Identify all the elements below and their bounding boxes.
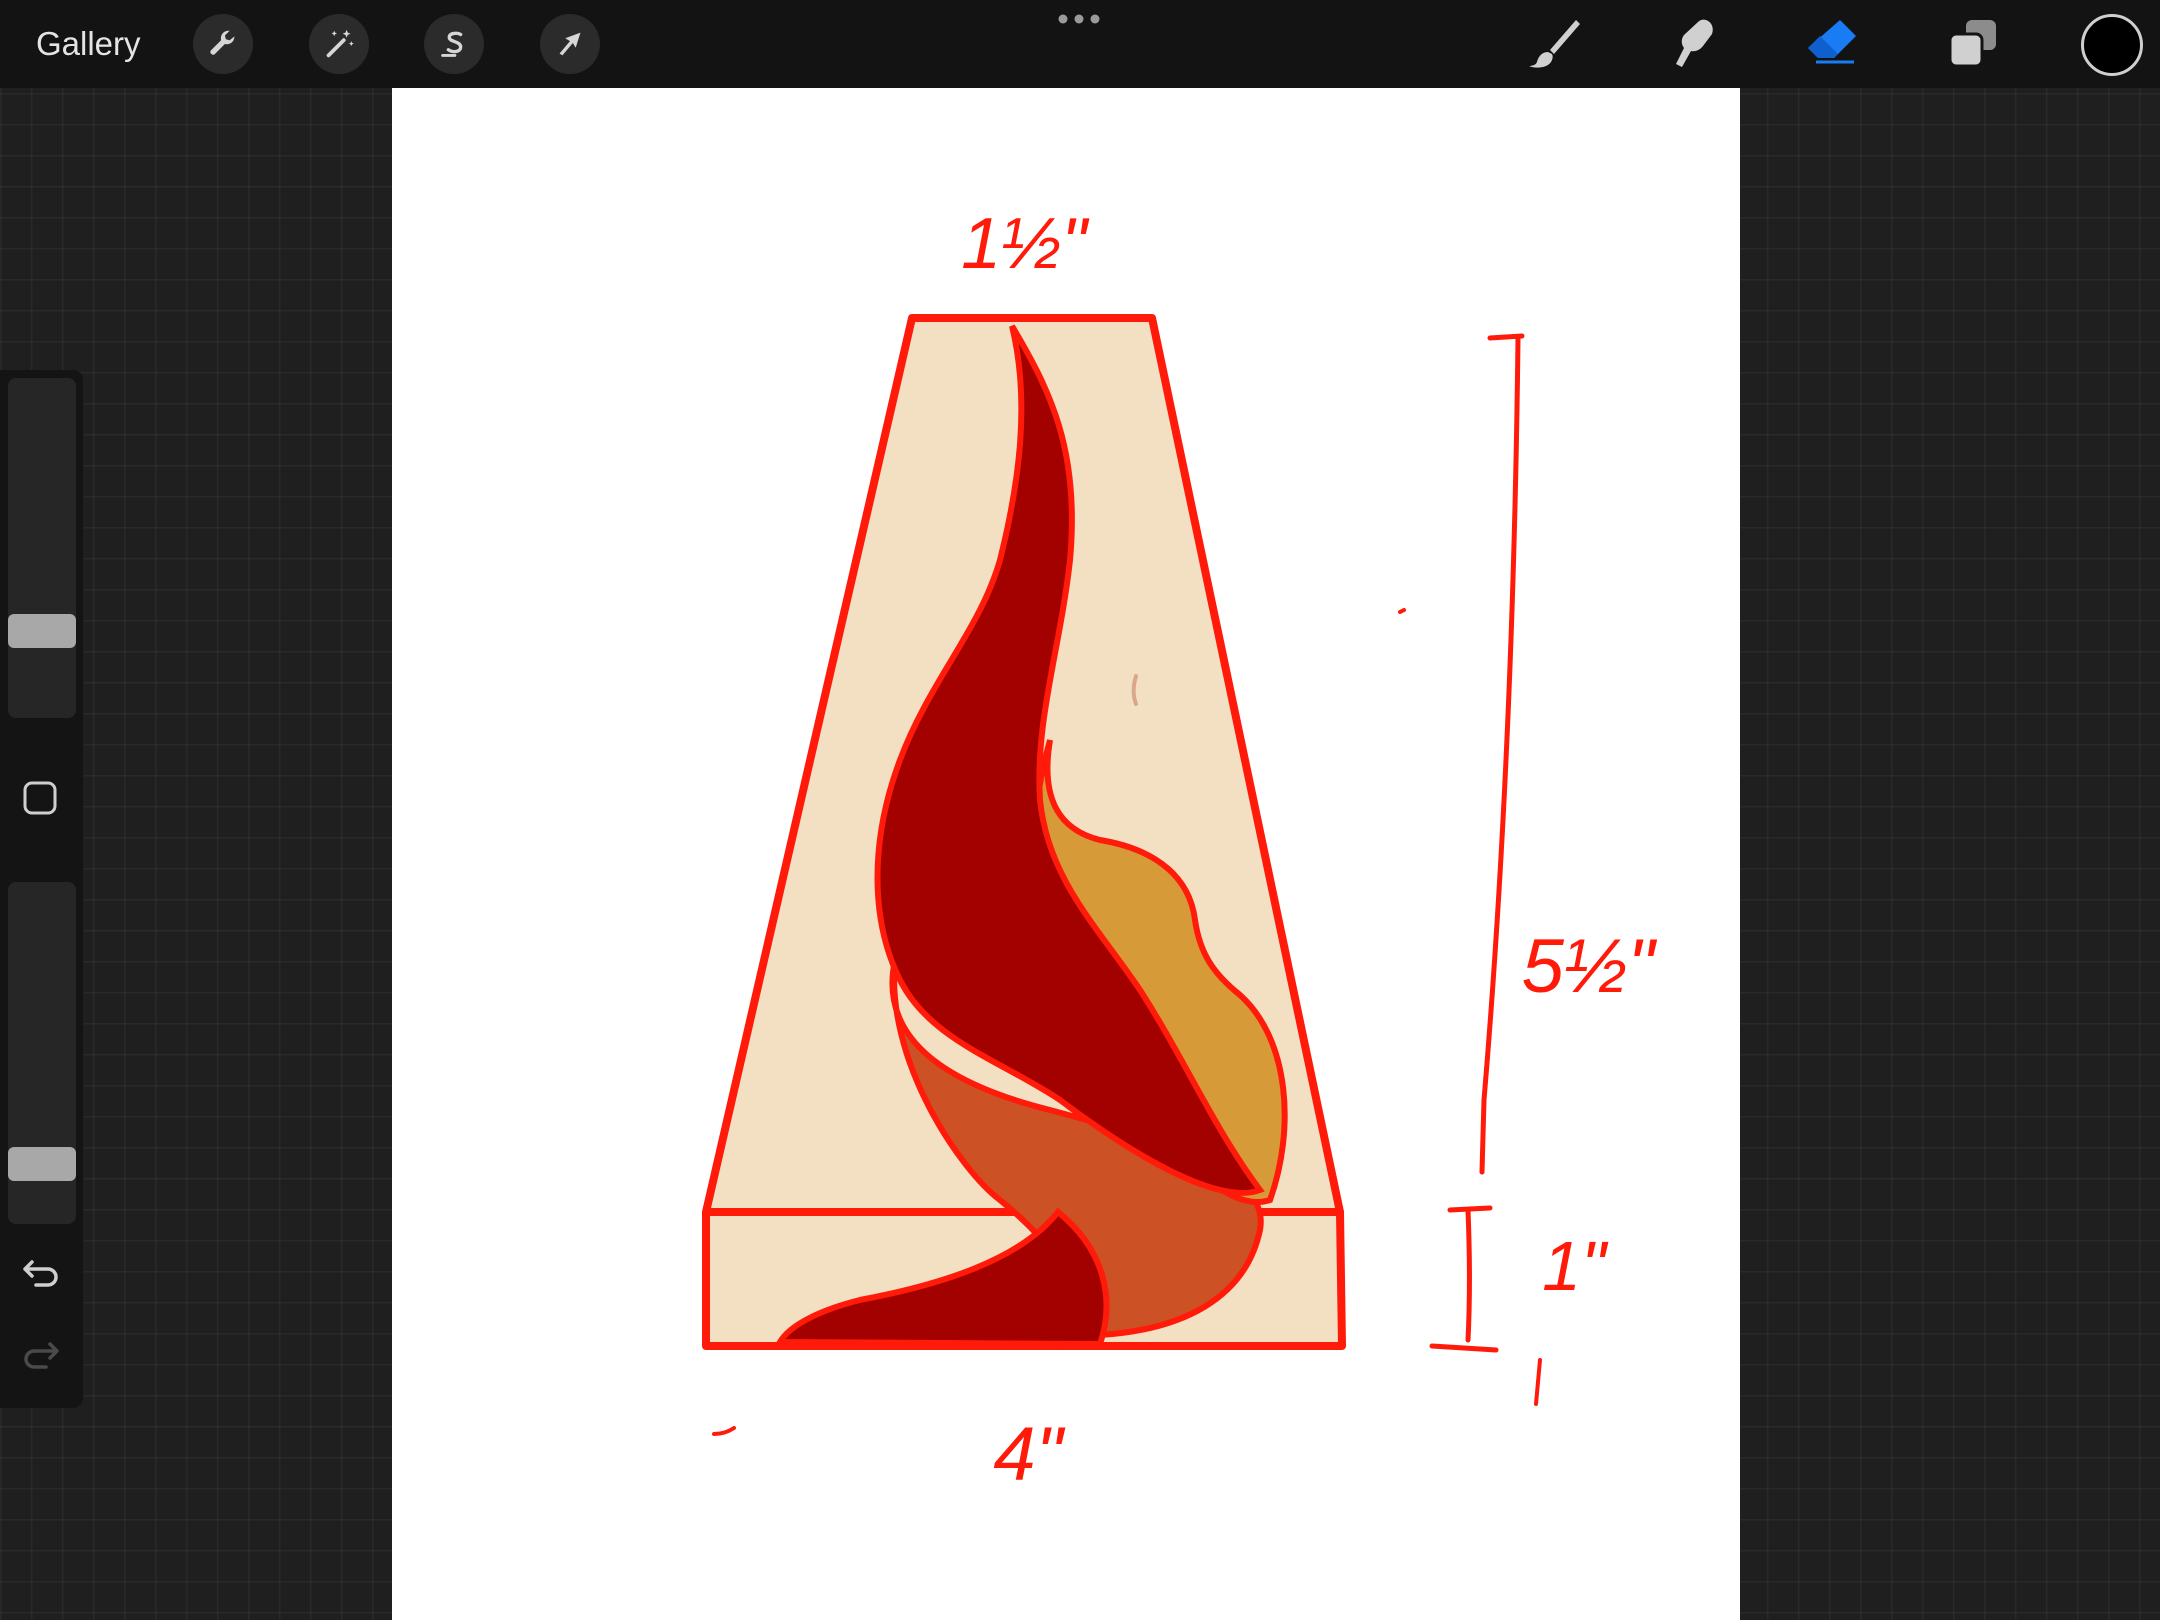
dimension-right-label: 5½" [1522, 924, 1658, 1009]
drawing-canvas[interactable]: 1½" 5½" 1" 4" [392, 88, 1740, 1620]
dimension-top-label: 1½" [961, 204, 1090, 284]
stray-mark [1131, 674, 1138, 706]
layers-icon [1948, 20, 1996, 68]
dimension-base-label: 1" [1542, 1227, 1609, 1305]
dimension-bottom-label: 4" [993, 1412, 1065, 1497]
brush-button[interactable] [1524, 16, 1582, 72]
opacity-slider[interactable] [8, 882, 76, 1224]
base-dimension-line [1429, 1205, 1499, 1353]
redo-icon[interactable] [18, 1334, 64, 1374]
transform-button[interactable] [540, 14, 600, 74]
stray-mark [712, 1426, 736, 1436]
brush-sidebar [0, 370, 83, 1408]
stray-mark [1534, 1358, 1542, 1406]
modify-square-icon[interactable] [22, 780, 58, 816]
eraser-icon [1808, 20, 1856, 64]
actions-wrench-button[interactable] [193, 14, 253, 74]
eraser-button[interactable] [1802, 16, 1860, 72]
brush-size-slider-thumb[interactable] [8, 614, 76, 648]
brush-size-slider[interactable] [8, 378, 76, 718]
opacity-slider-thumb[interactable] [8, 1147, 76, 1181]
top-toolbar: Gallery [0, 0, 2160, 88]
selection-s-icon [441, 31, 463, 57]
more-options-icon[interactable] [1056, 12, 1102, 26]
brush-icon [1529, 20, 1580, 68]
magic-wand-icon [326, 29, 354, 58]
wrench-icon [210, 30, 235, 55]
selection-button[interactable] [424, 14, 484, 74]
color-picker-swatch[interactable] [2081, 14, 2143, 76]
stray-mark [1398, 608, 1406, 614]
sketch-drawing: 1½" 5½" 1" 4" [702, 204, 1658, 1497]
arrow-cursor-icon [559, 32, 581, 56]
adjustments-wand-button[interactable] [309, 14, 369, 74]
smudge-finger-icon [1676, 19, 1713, 67]
undo-icon[interactable] [18, 1252, 64, 1292]
layers-button[interactable] [1944, 16, 2002, 72]
height-dimension-line [1479, 333, 1525, 1175]
smudge-button[interactable] [1662, 16, 1720, 72]
gallery-button[interactable]: Gallery [36, 22, 141, 66]
